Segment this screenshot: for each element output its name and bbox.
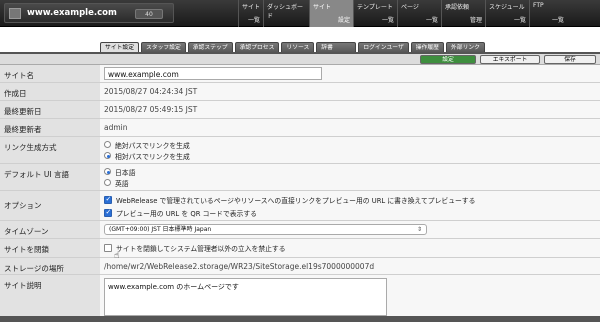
field-label: 最終更新日 <box>0 101 100 118</box>
description-textarea[interactable]: www.example.com のホームページです <box>104 278 387 316</box>
settings-button[interactable]: 設定 <box>420 55 476 64</box>
nav-label: スケジュール <box>489 4 525 11</box>
nav-label: 一覧 <box>552 17 565 24</box>
storage-value: /home/wr2/WebRelease2.storage/WR23/SiteS… <box>100 258 600 274</box>
site-switcher[interactable]: www.example.com 40 <box>4 3 174 23</box>
nav-approval[interactable]: 承認依頼 管理 <box>441 0 485 27</box>
row-close-site: サイトを閉鎖 サイトを閉鎖してシステム管理者以外の立入を禁止する ☝ <box>0 239 600 261</box>
select-arrow-icon: ⇕ <box>416 226 422 233</box>
nav-label: ページ <box>401 4 419 11</box>
nav-dashboard[interactable]: ダッシュボード <box>263 0 309 27</box>
radio-button[interactable] <box>104 168 111 175</box>
field-label: オプション <box>0 191 100 220</box>
nav-site-list[interactable]: サイト 一覧 <box>238 0 263 27</box>
nav-label: サイト <box>242 4 261 11</box>
field-label: サイト説明 <box>0 275 100 320</box>
field-label: デフォルト UI 言語 <box>0 164 100 190</box>
close-site-option[interactable]: サイトを閉鎖してシステム管理者以外の立入を禁止する <box>104 242 600 253</box>
save-button[interactable]: 保存 <box>544 55 596 64</box>
option-label: WebRelease で管理されているページやリソースへの直接リンクをプレビュー… <box>116 196 476 205</box>
lang-japanese-option[interactable]: 日本語 <box>104 166 600 177</box>
field-label: タイムゾーン <box>0 221 100 238</box>
row-site-name: サイト名 www.example.com <box>0 65 600 83</box>
radio-button[interactable] <box>104 179 111 186</box>
site-name-input[interactable]: www.example.com <box>104 67 322 80</box>
updater-value: admin <box>100 119 600 136</box>
nav-label: 設定 <box>338 17 351 24</box>
nav-label: FTP <box>533 2 544 9</box>
option-label: 英語 <box>115 179 129 188</box>
lang-english-option[interactable]: 英語 <box>104 177 600 188</box>
nav-label: サイト <box>313 4 332 11</box>
option-label: 相対パスでリンクを生成 <box>115 152 190 161</box>
nav-label: 承認依頼 <box>445 4 470 11</box>
site-name: www.example.com <box>27 8 117 18</box>
top-nav: サイト 一覧 ダッシュボード サイト 設定 テンプレート 一覧 ページ 一覧 承認依頼管… <box>238 0 567 27</box>
timezone-select[interactable]: (GMT+09:00) JST 日本標準時 Japan ⇕ <box>104 224 427 235</box>
select-value: (GMT+09:00) JST 日本標準時 Japan <box>109 226 212 233</box>
row-updated: 最終更新日 2015/08/27 05:49:15 JST <box>0 101 600 119</box>
updated-value: 2015/08/27 05:49:15 JST <box>100 101 600 118</box>
row-storage: ストレージの場所 /home/wr2/WebRelease2.storage/W… <box>0 258 600 275</box>
row-created: 作成日 2015/08/27 04:24:34 JST <box>0 83 600 101</box>
nav-template-list[interactable]: テンプレート一覧 <box>353 0 397 27</box>
option-qr-code[interactable]: プレビュー用の URL を QR コードで表示する <box>104 207 600 218</box>
row-options: オプション WebRelease で管理されているページやリソースへの直接リンク… <box>0 191 600 221</box>
nav-label: テンプレート <box>357 4 393 11</box>
site-settings-form: サイト名 www.example.com 作成日 2015/08/27 04:2… <box>0 65 600 321</box>
created-value: 2015/08/27 04:24:34 JST <box>100 83 600 100</box>
radio-button[interactable] <box>104 141 111 148</box>
checkbox[interactable] <box>104 208 112 217</box>
nav-label: ダッシュボード <box>267 4 304 20</box>
nav-label: 一覧 <box>248 17 261 24</box>
option-label: プレビュー用の URL を QR コードで表示する <box>116 209 257 218</box>
field-label: 作成日 <box>0 83 100 100</box>
row-timezone: タイムゾーン (GMT+09:00) JST 日本標準時 Japan ⇕ <box>0 221 600 239</box>
field-label: サイト名 <box>0 65 100 82</box>
row-language: デフォルト UI 言語 日本語 英語 <box>0 164 600 191</box>
option-label: サイトを閉鎖してシステム管理者以外の立入を禁止する <box>116 244 286 253</box>
checkbox[interactable] <box>104 195 112 204</box>
site-icon <box>9 8 21 19</box>
nav-ftp[interactable]: FTP 一覧 <box>529 0 567 27</box>
field-label: ストレージの場所 <box>0 258 100 274</box>
option-label: 絶対パスでリンクを生成 <box>115 141 190 150</box>
field-label: サイトを閉鎖 <box>0 239 100 257</box>
nav-label: 一覧 <box>382 17 395 24</box>
bottom-bar <box>0 316 600 322</box>
nav-page-list[interactable]: ページ 一覧 <box>397 0 441 27</box>
link-absolute-option[interactable]: 絶対パスでリンクを生成 <box>104 139 600 150</box>
option-label: 日本語 <box>115 168 136 177</box>
checkbox[interactable] <box>104 243 112 252</box>
nav-schedule[interactable]: スケジュール一覧 <box>485 0 529 27</box>
row-description: サイト説明 www.example.com のホームページです <box>0 275 600 321</box>
site-badge: 40 <box>135 9 163 19</box>
radio-button[interactable] <box>104 152 111 159</box>
top-bar: www.example.com 40 サイト 一覧 ダッシュボード サイト 設定 テ… <box>0 0 600 27</box>
nav-label: 一覧 <box>514 17 527 24</box>
export-button[interactable]: エキスポート <box>480 55 540 64</box>
field-label: 最終更新者 <box>0 119 100 136</box>
link-relative-option[interactable]: 相対パスでリンクを生成 <box>104 150 600 161</box>
option-rewrite-links[interactable]: WebRelease で管理されているページやリソースへの直接リンクをプレビュー… <box>104 194 600 205</box>
field-label: リンク生成方式 <box>0 137 100 163</box>
row-link-method: リンク生成方式 絶対パスでリンクを生成 相対パスでリンクを生成 <box>0 137 600 164</box>
row-updater: 最終更新者 admin <box>0 119 600 137</box>
nav-label: 管理 <box>470 17 483 24</box>
nav-site-settings[interactable]: サイト 設定 <box>309 0 354 27</box>
action-strip: 設定 エキスポート 保存 <box>0 54 600 65</box>
nav-label: 一覧 <box>426 17 439 24</box>
